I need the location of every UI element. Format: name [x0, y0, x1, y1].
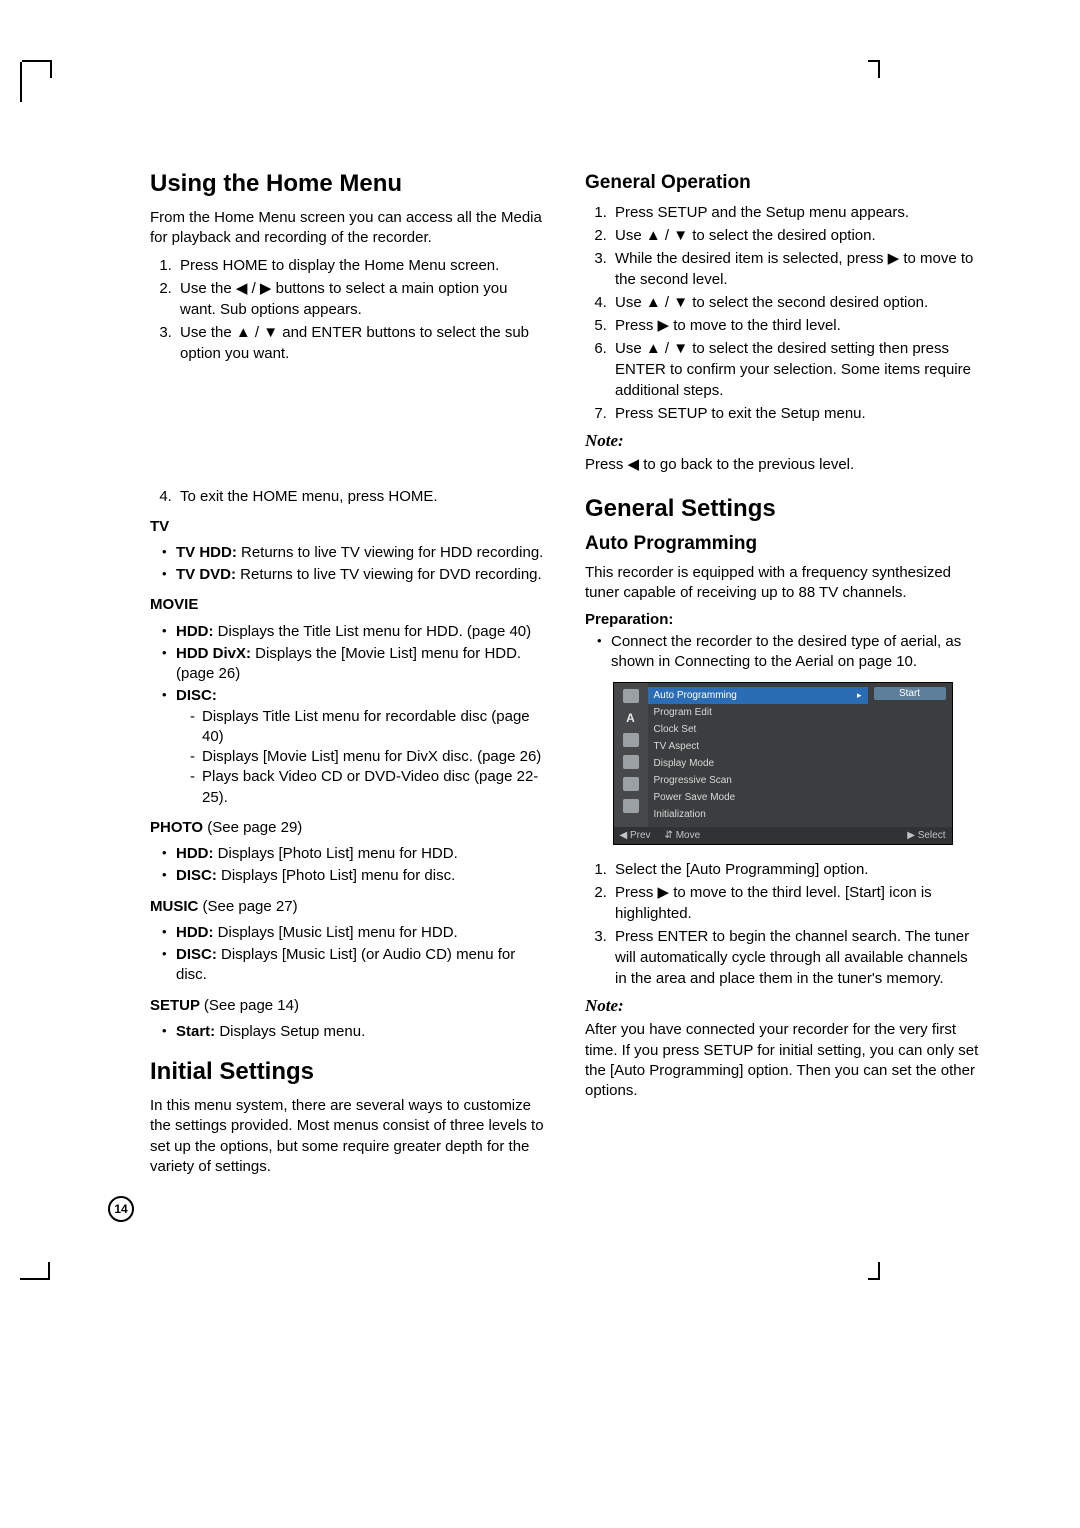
note-heading: Note:: [585, 430, 980, 453]
setup-menu-screenshot: A Auto Programming▸ Program Edit Clock S…: [613, 682, 953, 845]
list-item: DISC: Displays Title List menu for recor…: [164, 686, 545, 808]
language-icon: A: [623, 711, 639, 725]
list-item: Select the [Auto Programming] option.: [611, 859, 980, 880]
note-text: After you have connected your recorder f…: [585, 1020, 980, 1101]
list-item: Use the ◀ / ▶ buttons to select a main o…: [176, 278, 545, 320]
osd-action-pane: Start: [868, 683, 952, 827]
list-item: HDD DivX: Displays the [Movie List] menu…: [164, 644, 545, 685]
music-options: HDD: Displays [Music List] menu for HDD.…: [150, 923, 545, 986]
disc-icon: [623, 799, 639, 813]
list-item: Use ▲ / ▼ to select the desired setting …: [611, 338, 980, 401]
list-item: Press HOME to display the Home Menu scre…: [176, 255, 545, 276]
page-number: 14: [108, 1196, 134, 1222]
list-item: TV HDD: Returns to live TV viewing for H…: [164, 543, 545, 563]
crop-mark-icon: [840, 1238, 880, 1278]
home-menu-intro: From the Home Menu screen you can access…: [150, 208, 545, 249]
home-menu-steps: Press HOME to display the Home Menu scre…: [150, 255, 545, 364]
list-item: Connect the recorder to the desired type…: [599, 632, 980, 673]
lock-icon: [623, 755, 639, 769]
category-music: MUSIC (See page 27): [150, 897, 545, 917]
list-item: DISC: Displays [Photo List] menu for dis…: [164, 866, 545, 886]
preparation-heading: Preparation:: [585, 610, 980, 630]
osd-menu-item-selected: Auto Programming▸: [648, 687, 868, 704]
list-item: Use ▲ / ▼ to select the desired option.: [611, 225, 980, 246]
osd-menu-item: Display Mode: [648, 755, 868, 772]
osd-hint-move: ⇵ Move: [665, 830, 701, 841]
list-item: Plays back Video CD or DVD-Video disc (p…: [190, 767, 545, 808]
osd-hint-select: ▶ Select: [907, 830, 945, 841]
heading-using-home-menu: Using the Home Menu: [150, 170, 545, 198]
note-text: Press ◀ to go back to the previous level…: [585, 455, 980, 475]
chevron-right-icon: ▸: [857, 690, 862, 701]
crop-mark-icon: [20, 1238, 60, 1278]
category-tv: TV: [150, 517, 545, 537]
category-movie: MOVIE: [150, 595, 545, 615]
recording-icon: [623, 777, 639, 791]
osd-menu-item: Progressive Scan: [648, 772, 868, 789]
manual-page: Using the Home Menu From the Home Menu s…: [0, 0, 1080, 1528]
osd-menu-item: TV Aspect: [648, 738, 868, 755]
general-operation-steps: Press SETUP and the Setup menu appears. …: [585, 202, 980, 424]
note-heading: Note:: [585, 995, 980, 1018]
list-item: Use ▲ / ▼ to select the second desired o…: [611, 292, 980, 313]
list-item: Press ENTER to begin the channel search.…: [611, 926, 980, 989]
setup-options: Start: Displays Setup menu.: [150, 1022, 545, 1042]
heading-general-settings: General Settings: [585, 495, 980, 523]
crop-mark-icon: [20, 62, 60, 102]
left-column: Using the Home Menu From the Home Menu s…: [150, 170, 545, 1183]
disc-suboptions: Displays Title List menu for recordable …: [176, 707, 545, 808]
list-item: Displays Title List menu for recordable …: [190, 707, 545, 748]
movie-options: HDD: Displays the Title List menu for HD…: [150, 622, 545, 808]
list-item: Press ▶ to move to the third level. [Sta…: [611, 882, 980, 924]
home-menu-steps-cont: To exit the HOME menu, press HOME.: [150, 486, 545, 507]
osd-start-button: Start: [874, 687, 946, 700]
list-item: HDD: Displays the Title List menu for HD…: [164, 622, 545, 642]
photo-options: HDD: Displays [Photo List] menu for HDD.…: [150, 844, 545, 887]
tv-options: TV HDD: Returns to live TV viewing for H…: [150, 543, 545, 586]
list-item: Press SETUP to exit the Setup menu.: [611, 403, 980, 424]
list-item: HDD: Displays [Music List] menu for HDD.: [164, 923, 545, 943]
list-item: To exit the HOME menu, press HOME.: [176, 486, 545, 507]
auto-programming-steps: Select the [Auto Programming] option. Pr…: [585, 859, 980, 989]
osd-hint-prev: ◀ Prev: [620, 830, 651, 841]
list-item: Displays [Movie List] menu for DivX disc…: [190, 747, 545, 767]
list-item: DISC: Displays [Music List] (or Audio CD…: [164, 945, 545, 986]
osd-menu-item: Program Edit: [648, 704, 868, 721]
osd-menu-item: Power Save Mode: [648, 789, 868, 806]
osd-menu-item: Clock Set: [648, 721, 868, 738]
heading-auto-programming: Auto Programming: [585, 533, 980, 555]
osd-menu-item: Initialization: [648, 806, 868, 823]
category-photo: PHOTO (See page 29): [150, 818, 545, 838]
heading-initial-settings: Initial Settings: [150, 1058, 545, 1086]
osd-category-icons: A: [614, 683, 648, 827]
audio-icon: [623, 733, 639, 747]
list-item: HDD: Displays [Photo List] menu for HDD.: [164, 844, 545, 864]
initial-settings-para: In this menu system, there are several w…: [150, 1096, 545, 1177]
crop-mark-icon: [840, 62, 880, 102]
right-column: General Operation Press SETUP and the Se…: [585, 170, 980, 1183]
list-item: Use the ▲ / ▼ and ENTER buttons to selec…: [176, 322, 545, 364]
list-item: While the desired item is selected, pres…: [611, 248, 980, 290]
osd-menu-list: Auto Programming▸ Program Edit Clock Set…: [648, 683, 868, 827]
category-setup: SETUP (See page 14): [150, 996, 545, 1016]
preparation-list: Connect the recorder to the desired type…: [585, 632, 980, 673]
list-item: Start: Displays Setup menu.: [164, 1022, 545, 1042]
list-item: Press SETUP and the Setup menu appears.: [611, 202, 980, 223]
list-item: Press ▶ to move to the third level.: [611, 315, 980, 336]
tv-icon: [623, 689, 639, 703]
list-item: TV DVD: Returns to live TV viewing for D…: [164, 565, 545, 585]
auto-programming-para: This recorder is equipped with a frequen…: [585, 563, 980, 604]
heading-general-operation: General Operation: [585, 172, 980, 194]
osd-footer-hints: ◀ Prev ⇵ Move ▶ Select: [614, 827, 952, 844]
